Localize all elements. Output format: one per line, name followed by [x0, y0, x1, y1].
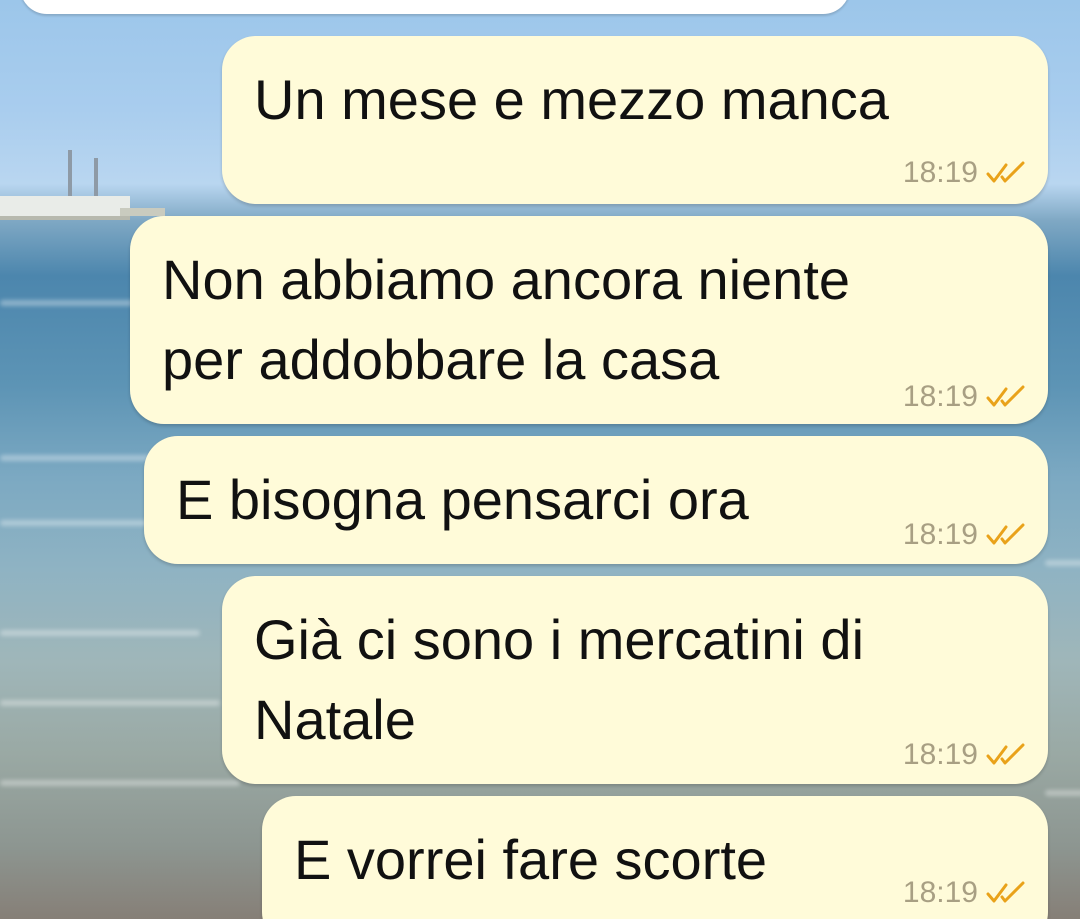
- wave-streak: [0, 455, 160, 461]
- message-bubble[interactable]: E bisogna pensarci ora 18:19: [144, 436, 1048, 564]
- message-text: E bisogna pensarci ora: [176, 468, 749, 531]
- pier-image: [0, 150, 165, 228]
- wave-streak: [0, 630, 200, 636]
- message-time: 18:19: [902, 518, 978, 551]
- lamp-post: [94, 158, 98, 196]
- message-bubble[interactable]: Già ci sono i mercatini di Natale 18:19: [222, 576, 1048, 784]
- double-check-icon: [986, 523, 1025, 545]
- message-bubble[interactable]: Non abbiamo ancora niente per addobbare …: [130, 216, 1048, 424]
- double-check-icon: [986, 743, 1025, 765]
- wave-streak: [0, 700, 220, 706]
- message-meta: 18:19: [903, 380, 1026, 414]
- message-text: Non abbiamo ancora niente per addobbare …: [162, 248, 851, 391]
- message-time: 18:19: [902, 156, 978, 189]
- wave-streak: [1045, 560, 1080, 566]
- pier-wall: [0, 196, 130, 220]
- wave-streak: [1045, 790, 1080, 796]
- previous-message-bubble[interactable]: [20, 0, 850, 14]
- message-time: 18:19: [902, 876, 978, 909]
- message-meta: 18:19: [903, 156, 1026, 190]
- message-time: 18:19: [902, 738, 978, 771]
- message-text: E vorrei fare scorte: [294, 828, 768, 891]
- message-bubble[interactable]: E vorrei fare scorte 18:19: [262, 796, 1048, 919]
- message-meta: 18:19: [903, 518, 1026, 552]
- message-meta: 18:19: [903, 738, 1026, 772]
- message-bubble[interactable]: Un mese e mezzo manca 18:19: [222, 36, 1048, 204]
- wave-streak: [0, 300, 140, 306]
- pier-jetty: [120, 208, 165, 216]
- message-text: Già ci sono i mercatini di Natale: [254, 608, 865, 751]
- double-check-icon: [986, 161, 1025, 183]
- chat-background: Un mese e mezzo manca 18:19 Non abbiamo …: [0, 0, 1080, 919]
- double-check-icon: [986, 385, 1025, 407]
- wave-streak: [0, 780, 240, 786]
- lamp-post: [68, 150, 72, 196]
- wave-streak: [0, 520, 150, 526]
- message-time: 18:19: [902, 380, 978, 413]
- message-meta: 18:19: [903, 876, 1026, 910]
- double-check-icon: [986, 881, 1025, 903]
- message-text: Un mese e mezzo manca: [254, 68, 889, 131]
